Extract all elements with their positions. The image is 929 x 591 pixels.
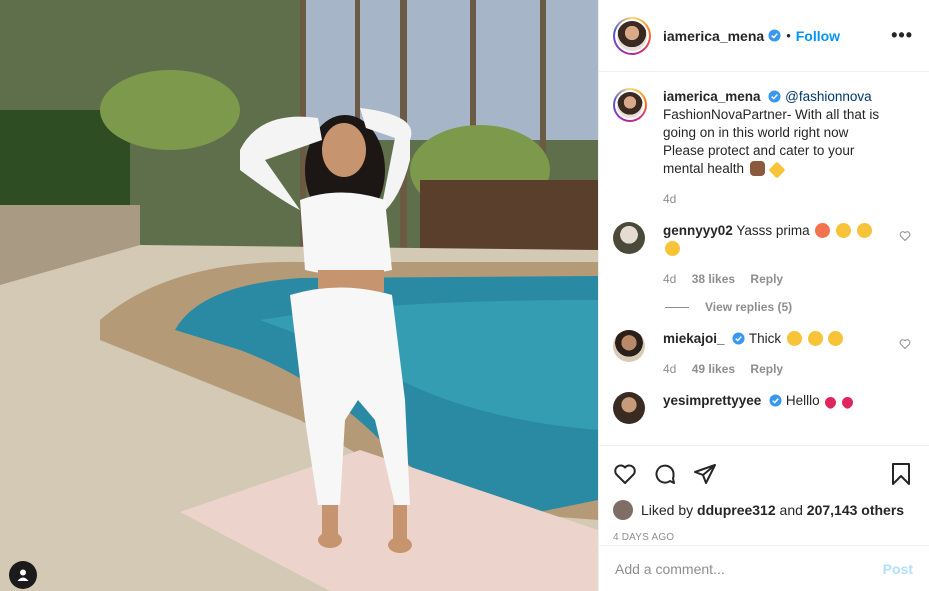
caption-username[interactable]: iamerica_mena: [663, 89, 761, 104]
share-icon: [694, 464, 716, 484]
liked-by-user[interactable]: ddupree312: [697, 502, 776, 518]
comment-button[interactable]: [653, 462, 677, 486]
follow-button[interactable]: Follow: [796, 28, 840, 44]
commenter-avatar[interactable]: [613, 222, 645, 254]
comment-username[interactable]: miekajoi_: [663, 331, 725, 346]
comment-text: Thick: [748, 331, 782, 346]
post-actions: Liked by ddupree312 and 207,143 others 4…: [599, 445, 929, 545]
comment-likes[interactable]: 38 likes: [692, 272, 735, 286]
verified-badge-icon: [768, 90, 781, 103]
comments-list[interactable]: iamerica_mena @fashionnova FashionNovaPa…: [599, 72, 929, 445]
reply-button[interactable]: Reply: [750, 272, 783, 286]
liked-by: Liked by ddupree312 and 207,143 others: [613, 500, 913, 520]
view-replies-label: View replies (5): [705, 300, 793, 314]
reply-button[interactable]: Reply: [750, 362, 783, 376]
caption: iamerica_mena @fashionnova FashionNovaPa…: [613, 88, 913, 208]
angry-emoji-icon: [815, 223, 831, 238]
sparkles-emoji-icon: [768, 161, 786, 179]
verified-badge-icon: [732, 332, 745, 345]
comment-text: Helllo: [785, 393, 820, 408]
post-photo-illustration: [0, 0, 598, 591]
save-button[interactable]: [889, 462, 913, 486]
comment-likes[interactable]: 49 likes: [692, 362, 735, 376]
author-avatar[interactable]: [613, 16, 651, 55]
praying-emoji-icon: [749, 161, 765, 176]
bookmark-icon: [892, 463, 910, 485]
red-heart-emoji-icon: [823, 394, 839, 411]
star-struck-emoji-icon: [856, 223, 872, 238]
comment-time[interactable]: 4d: [663, 272, 676, 286]
post-time-ago[interactable]: 4 DAYS AGO: [613, 532, 913, 543]
post-sidebar: iamerica_mena • Follow ••• iamerica_mena…: [598, 0, 929, 591]
separator-dot: •: [786, 28, 791, 43]
star-struck-emoji-icon: [807, 331, 823, 346]
comment: miekajoi_ Thick 4d 49 likes Reply: [613, 330, 913, 378]
author-username[interactable]: iamerica_mena: [663, 28, 764, 44]
share-button[interactable]: [693, 462, 717, 486]
star-struck-emoji-icon: [786, 331, 802, 346]
post-header: iamerica_mena • Follow •••: [599, 0, 929, 72]
comment-text: Yasss prima: [736, 223, 810, 238]
star-struck-emoji-icon: [836, 223, 852, 238]
caption-avatar[interactable]: [613, 88, 647, 122]
verified-badge-icon: [768, 29, 781, 42]
comment: gennyyy02 Yasss prima 4d 38 likes Reply: [613, 222, 913, 288]
view-replies-button[interactable]: View replies (5): [665, 300, 913, 314]
comment-username[interactable]: gennyyy02: [663, 223, 733, 238]
more-options-button[interactable]: •••: [891, 25, 913, 46]
comment-username[interactable]: yesimprettyyee: [663, 393, 761, 408]
add-comment-input[interactable]: [615, 560, 883, 577]
star-struck-emoji-icon: [828, 331, 844, 346]
liker-avatar[interactable]: [613, 500, 633, 520]
likes-count[interactable]: 207,143 others: [807, 502, 904, 518]
commenter-avatar[interactable]: [613, 392, 645, 424]
like-comment-heart-icon[interactable]: [899, 338, 911, 350]
post-photo[interactable]: [0, 0, 598, 591]
caption-time[interactable]: 4d: [663, 192, 676, 206]
action-icons: [613, 454, 913, 494]
red-heart-emoji-icon: [839, 394, 856, 411]
commenter-avatar[interactable]: [613, 330, 645, 362]
verified-badge-icon: [769, 394, 782, 407]
user-tag-button[interactable]: [9, 561, 37, 589]
heart-icon: [614, 464, 636, 484]
star-struck-emoji-icon: [665, 241, 680, 256]
comment-time[interactable]: 4d: [663, 362, 676, 376]
caption-mention[interactable]: @fashionnova: [785, 89, 872, 104]
like-button[interactable]: [613, 462, 637, 486]
post-comment-button[interactable]: Post: [883, 561, 913, 577]
liked-by-prefix: Liked by: [641, 502, 694, 518]
user-tag-icon: [17, 569, 29, 581]
comment-icon: [655, 464, 675, 484]
comment: yesimprettyyee Helllo: [613, 392, 913, 424]
add-comment-bar: Post: [599, 545, 929, 591]
like-comment-heart-icon[interactable]: [899, 230, 911, 242]
replies-divider: [665, 306, 689, 308]
liked-by-and: and: [779, 502, 803, 518]
